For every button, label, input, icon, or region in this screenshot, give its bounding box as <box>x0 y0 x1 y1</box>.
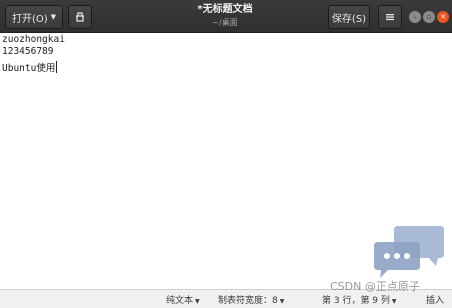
cursor-position-label: 第 3 行，第 9 列 <box>322 296 390 306</box>
hamburger-menu-icon <box>386 14 394 21</box>
window-subtitle: ~/桌面 <box>212 18 238 27</box>
insert-mode-label: 插入 <box>426 296 445 306</box>
caret-down-icon: ▼ <box>50 13 57 21</box>
minimize-icon[interactable]: – <box>409 11 421 23</box>
open-label: 打开(O) <box>11 13 48 25</box>
document-icon <box>76 12 84 22</box>
new-document-button[interactable] <box>68 5 92 29</box>
open-button[interactable]: 打开(O) ▼ <box>5 5 63 29</box>
save-button[interactable]: 保存(S) <box>328 5 370 29</box>
window-title: *无标题文档 <box>197 4 253 15</box>
header-bar: 打开(O) ▼ *无标题文档 ~/桌面 保存(S) – ▫ ✕ <box>0 0 452 33</box>
hamburger-menu-button[interactable] <box>378 5 402 29</box>
watermark-text: CSDN @正点原子 <box>330 280 420 293</box>
chat-bubble-icon <box>374 226 444 278</box>
cursor-position-selector[interactable]: 第 3 行，第 9 列 ▼ <box>322 293 397 306</box>
caret-down-icon: ▼ <box>279 298 285 305</box>
maximize-icon[interactable]: ▫ <box>423 11 435 23</box>
caret-down-icon: ▼ <box>391 298 397 305</box>
language-label: 纯文本 <box>166 296 194 306</box>
save-label: 保存(S) <box>331 13 367 25</box>
window-title-area: *无标题文档 ~/桌面 <box>150 3 300 28</box>
caret-down-icon: ▼ <box>195 298 200 305</box>
insert-mode-indicator: 插入 <box>426 293 444 306</box>
language-selector[interactable]: 纯文本 ▼ <box>166 293 200 306</box>
editor-line-3-text: Ubuntu使用 <box>2 63 56 74</box>
close-icon[interactable]: ✕ <box>437 11 449 23</box>
tab-width-selector[interactable]: 制表符宽度：8 ▼ <box>218 293 284 306</box>
editor-line-1: zuozhongkai <box>2 34 65 45</box>
tab-width-label: 制表符宽度：8 <box>218 296 278 306</box>
editor-line-2: 123456789 <box>2 46 54 57</box>
editor-line-3: Ubuntu使用 <box>2 61 58 75</box>
text-cursor <box>56 61 58 73</box>
